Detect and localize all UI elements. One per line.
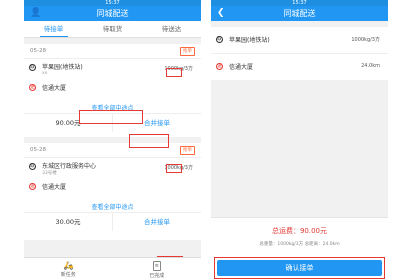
bottom-nav-label: 已完成 <box>149 273 165 279</box>
order-footer: 30.00元 合并接单 <box>24 212 201 231</box>
deliver-place: 信通大厦 <box>229 64 254 71</box>
highlight-confirm-button <box>214 257 385 279</box>
highlight-grab-badge <box>166 164 182 173</box>
deliver-place: 信通大厦 <box>42 184 67 191</box>
order-tabs: 待接单 待取货 待送达 <box>24 21 201 38</box>
bottom-nav-new-task[interactable]: 🛵 新任务 <box>24 258 113 280</box>
tab-pending-pickup[interactable]: 待取货 <box>83 21 142 37</box>
merge-accept-button[interactable]: 合并接单 <box>113 213 201 231</box>
pickup-icon: 取 <box>29 163 36 170</box>
order-price: 30.00元 <box>24 213 113 231</box>
delivery-person-icon: 🛵 <box>63 261 74 270</box>
back-arrow-icon[interactable]: ❮ <box>217 6 225 21</box>
deliver-row: 送 信通大厦 <box>24 180 201 196</box>
order-card: 05-28 抢单 取 东城区行政服务中心 33号楼 1000kg/3方 送 信通… <box>24 143 201 240</box>
order-date-text: 05-28 <box>30 147 46 153</box>
deliver-row: 送 信通大厦 24.0km <box>211 54 388 80</box>
tab-pending-delivery[interactable]: 待送达 <box>142 21 201 37</box>
view-all-row: 查看全部中途点 <box>24 196 201 212</box>
bottom-nav-label: 新任务 <box>60 272 76 278</box>
document-icon: ≡ <box>152 261 161 271</box>
cargo-weight: 1000kg/3方 <box>351 37 380 43</box>
bottom-nav-completed[interactable]: ≡ 已完成 <box>113 258 202 280</box>
tab-pending-accept[interactable]: 待接单 <box>24 21 83 37</box>
deliver-icon: 送 <box>29 84 36 91</box>
view-all-waypoints-link[interactable]: 查看全部中途点 <box>91 204 133 211</box>
total-fee: 总运费：90.00元 <box>271 227 328 235</box>
pickup-icon: 取 <box>29 64 36 71</box>
nav-title: 同城配送 <box>96 9 129 18</box>
pickup-row: 取 苹果园(地铁站) 1000kg/3方 <box>211 27 388 54</box>
highlight-grab-badge <box>166 68 182 77</box>
grab-badge: 抢单 <box>180 47 195 56</box>
nav-title: 同城配送 <box>283 9 316 18</box>
deliver-place: 信通大厦 <box>42 85 67 92</box>
order-date-text: 05-28 <box>30 48 46 54</box>
pickup-icon: 取 <box>216 36 223 43</box>
phone-order-confirm: 15:37 ❮ 同城配送 取 苹果园(地铁站) 1000kg/3方 送 信通大厦… <box>211 0 388 280</box>
order-date: 05-28 抢单 <box>24 44 201 59</box>
total-summary: 总重量：1000kg/3方 总距离：24.0km <box>259 242 340 247</box>
nav-bar: ❮ 同城配送 <box>211 6 388 21</box>
deliver-icon: 送 <box>216 63 223 70</box>
distance: 24.0km <box>361 63 380 69</box>
nav-bar: 👤 同城配送 <box>24 6 201 21</box>
highlight-merge-accept <box>129 134 169 148</box>
highlight-view-all <box>79 110 143 124</box>
user-icon[interactable]: 👤 <box>30 6 41 21</box>
pickup-place: 苹果园(地铁站) <box>229 37 270 44</box>
route-box: 取 苹果园(地铁站) 1000kg/3方 送 信通大厦 24.0km <box>211 27 388 80</box>
deliver-icon: 送 <box>29 183 36 190</box>
deliver-row: 送 信通大厦 <box>24 81 201 97</box>
phone-order-list: 15:37 👤 同城配送 待接单 待取货 待送达 05-28 抢单 取 苹果园(… <box>24 0 201 280</box>
bottom-nav: 🛵 新任务 ≡ 已完成 <box>24 257 201 280</box>
grab-badge: 抢单 <box>180 146 195 155</box>
order-date: 05-28 抢单 <box>24 143 201 158</box>
